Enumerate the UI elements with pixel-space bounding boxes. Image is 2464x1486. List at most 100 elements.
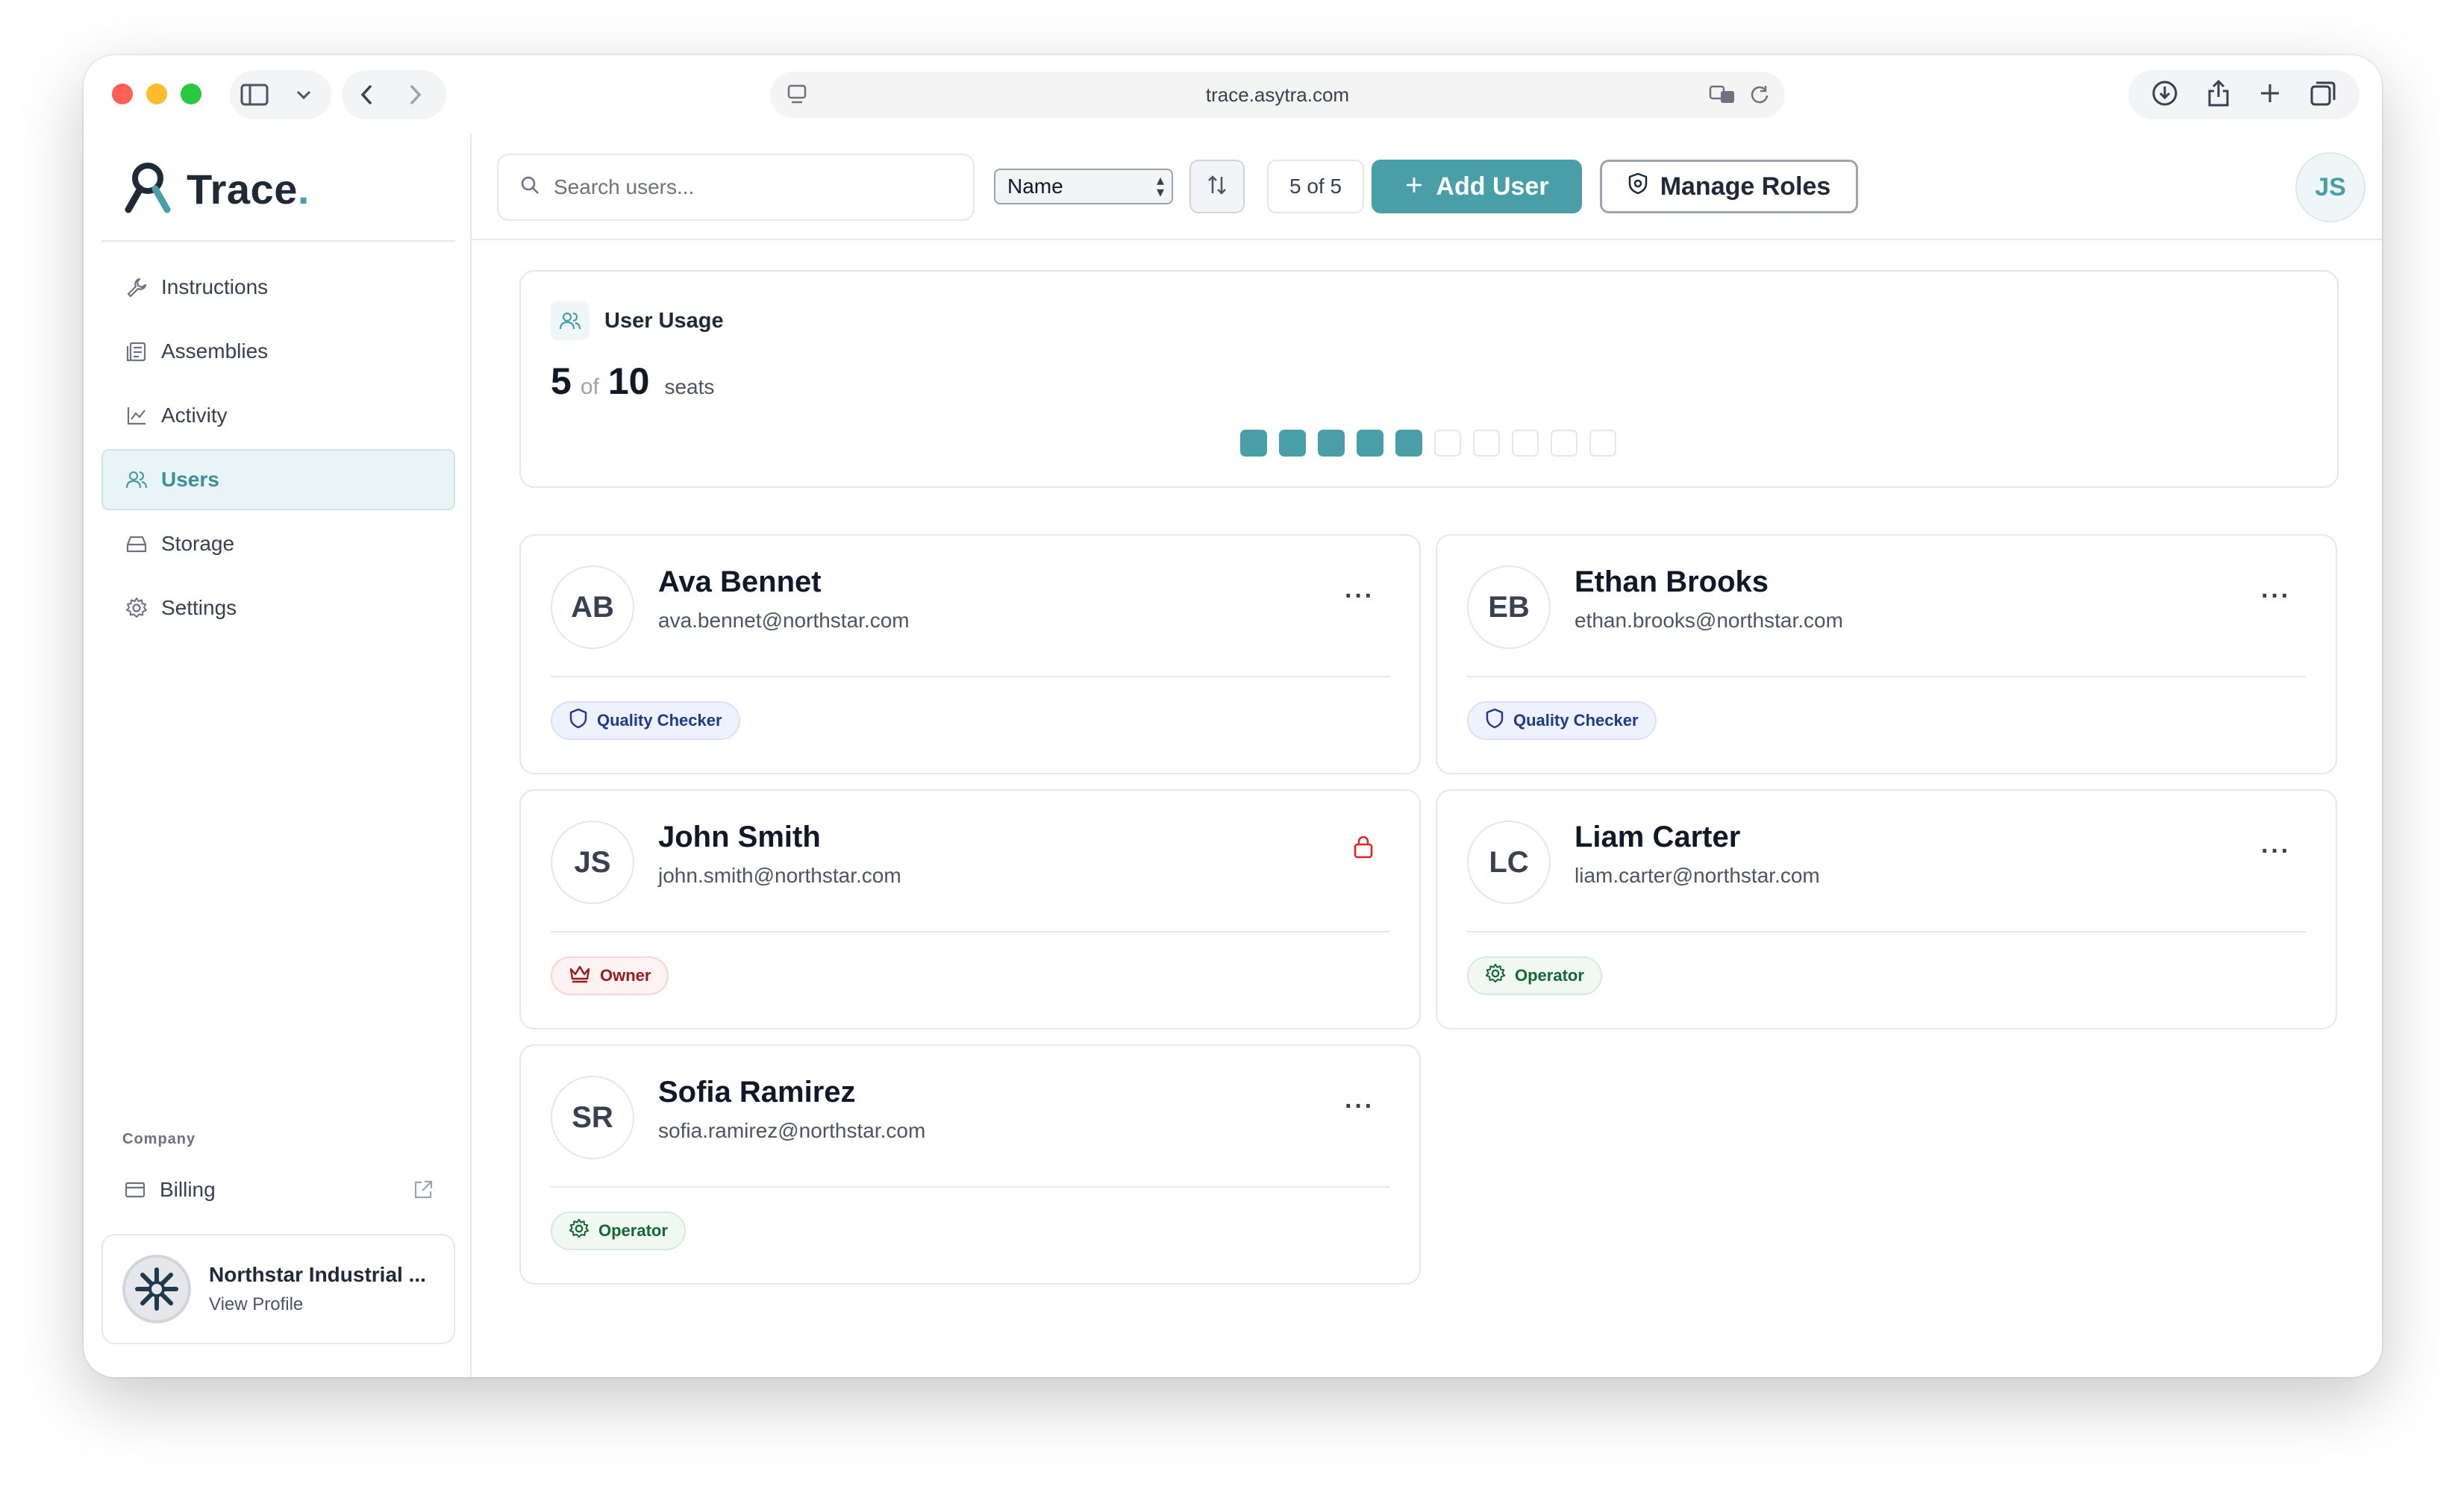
- sidebar-nav: Instructions Assemblies Activity Users S…: [101, 257, 455, 642]
- user-avatar: JS: [551, 821, 634, 904]
- minimize-window-button[interactable]: [146, 84, 167, 104]
- sort-arrows-icon: [1206, 174, 1228, 200]
- user-name: Sofia Ramirez: [658, 1076, 856, 1109]
- translate-icon[interactable]: [1709, 84, 1736, 110]
- assemblies-icon: [125, 340, 148, 363]
- seat-available: [1589, 430, 1616, 457]
- credit-card-icon: [124, 1179, 146, 1201]
- role-badge: Operator: [1467, 956, 1602, 995]
- user-email: ethan.brooks@northstar.com: [1575, 609, 1843, 632]
- user-card: LC Liam Carter liam.carter@northstar.com…: [1436, 789, 2337, 1029]
- seat-used: [1279, 430, 1306, 457]
- sort-direction-button[interactable]: [1189, 160, 1245, 213]
- sidebar-item-assemblies[interactable]: Assemblies: [101, 321, 455, 382]
- address-bar[interactable]: trace.asytra.com: [770, 72, 1785, 118]
- gear-icon: [569, 1218, 590, 1244]
- seat-available: [1551, 430, 1577, 457]
- user-card: SR Sofia Ramirez sofia.ramirez@northstar…: [519, 1044, 1421, 1285]
- sidebar-item-activity[interactable]: Activity: [101, 385, 455, 446]
- sidebar-item-billing[interactable]: Billing: [101, 1164, 455, 1216]
- seat-usage-summary: 5 of 10 seats: [551, 360, 714, 403]
- reload-icon[interactable]: [1749, 84, 1770, 110]
- brand-dot: .: [297, 165, 310, 213]
- wrench-icon: [125, 276, 148, 298]
- sidebar-item-label: Instructions: [161, 275, 269, 298]
- current-user-avatar[interactable]: JS: [2295, 152, 2365, 222]
- role-label: Quality Checker: [1513, 711, 1639, 730]
- role-badge: Owner: [551, 956, 669, 995]
- role-label: Owner: [600, 966, 651, 985]
- search-input[interactable]: Search users...: [497, 154, 975, 221]
- history-nav-group: [342, 70, 446, 119]
- manage-roles-button[interactable]: Manage Roles: [1600, 160, 1858, 213]
- more-options-icon[interactable]: ···: [2261, 582, 2291, 611]
- divider: [551, 931, 1389, 932]
- role-badge: Quality Checker: [1467, 701, 1657, 740]
- sort-field-select[interactable]: Name ▴ ▾: [994, 169, 1173, 204]
- download-icon[interactable]: [2151, 80, 2178, 110]
- sidebar-toggle-group: [230, 70, 331, 119]
- maximize-window-button[interactable]: [181, 84, 201, 104]
- user-usage-card: User Usage 5 of 10 seats: [519, 270, 2339, 488]
- user-avatar: AB: [551, 565, 634, 649]
- divider: [551, 676, 1389, 677]
- sidebar-item-settings[interactable]: Settings: [101, 577, 455, 639]
- sidebar-item-users[interactable]: Users: [101, 449, 455, 510]
- chevron-down-icon[interactable]: [279, 70, 328, 119]
- seats-of: of: [580, 374, 599, 399]
- brand-logo[interactable]: Trace.: [121, 155, 310, 222]
- user-avatar: LC: [1467, 821, 1551, 904]
- user-count: 5 of 5: [1267, 160, 1364, 213]
- user-avatar: SR: [551, 1076, 634, 1159]
- user-name: Ava Bennet: [658, 565, 822, 598]
- seat-used: [1395, 430, 1422, 457]
- role-label: Operator: [598, 1221, 668, 1240]
- toolbar: Search users... Name ▴▾ 5 of 5 Add User: [472, 134, 2382, 240]
- sidebar-item-instructions[interactable]: Instructions: [101, 257, 455, 318]
- browser-actions: [2128, 70, 2360, 119]
- new-tab-icon[interactable]: [2259, 82, 2281, 108]
- users-icon: [125, 468, 148, 491]
- company-profile-card[interactable]: Northstar Industrial ... View Profile: [101, 1234, 455, 1344]
- seats-unit: seats: [664, 375, 715, 398]
- forward-arrow-icon[interactable]: [391, 70, 440, 119]
- seat-available: [1512, 430, 1539, 457]
- sidebar-item-label: Billing: [160, 1178, 216, 1201]
- company-section-label: Company: [122, 1131, 196, 1147]
- more-options-icon[interactable]: ···: [2261, 837, 2291, 866]
- sidebar-toggle-icon[interactable]: [230, 70, 279, 119]
- company-name: Northstar Industrial ...: [209, 1263, 426, 1286]
- close-window-button[interactable]: [112, 84, 133, 104]
- role-label: Quality Checker: [597, 711, 722, 730]
- back-arrow-icon[interactable]: [342, 70, 391, 119]
- manage-roles-label: Manage Roles: [1660, 172, 1831, 201]
- user-name: John Smith: [658, 821, 821, 853]
- more-options-icon[interactable]: ···: [1345, 582, 1375, 611]
- add-user-button[interactable]: Add User: [1372, 160, 1582, 213]
- users-icon: [551, 301, 590, 340]
- divider: [101, 240, 455, 242]
- seat-used: [1318, 430, 1345, 457]
- divider: [1467, 931, 2306, 932]
- browser-window: trace.asytra.com Trace. Instructions Ass…: [84, 55, 2382, 1377]
- user-email: liam.carter@northstar.com: [1575, 864, 1820, 887]
- user-email: ava.bennet@northstar.com: [658, 609, 910, 632]
- view-profile-link[interactable]: View Profile: [209, 1294, 426, 1315]
- page-icon: [787, 84, 807, 111]
- crown-icon: [569, 964, 591, 988]
- url-text: trace.asytra.com: [1205, 83, 1350, 106]
- seats-total: 10: [607, 360, 650, 402]
- sidebar-item-storage[interactable]: Storage: [101, 513, 455, 574]
- search-placeholder: Search users...: [554, 175, 695, 198]
- company-logo: [122, 1255, 191, 1323]
- seat-available: [1434, 430, 1461, 457]
- select-caret-icon: ▴ ▾: [1156, 172, 1164, 201]
- user-email: john.smith@northstar.com: [658, 864, 901, 887]
- plus-icon: [1404, 172, 1424, 201]
- shield-gear-icon: [1627, 172, 1648, 201]
- tab-overview-icon[interactable]: [2310, 80, 2336, 110]
- chart-line-icon: [125, 404, 148, 427]
- seats-used: 5: [551, 360, 572, 402]
- more-options-icon[interactable]: ···: [1345, 1092, 1375, 1121]
- share-icon[interactable]: [2207, 79, 2230, 111]
